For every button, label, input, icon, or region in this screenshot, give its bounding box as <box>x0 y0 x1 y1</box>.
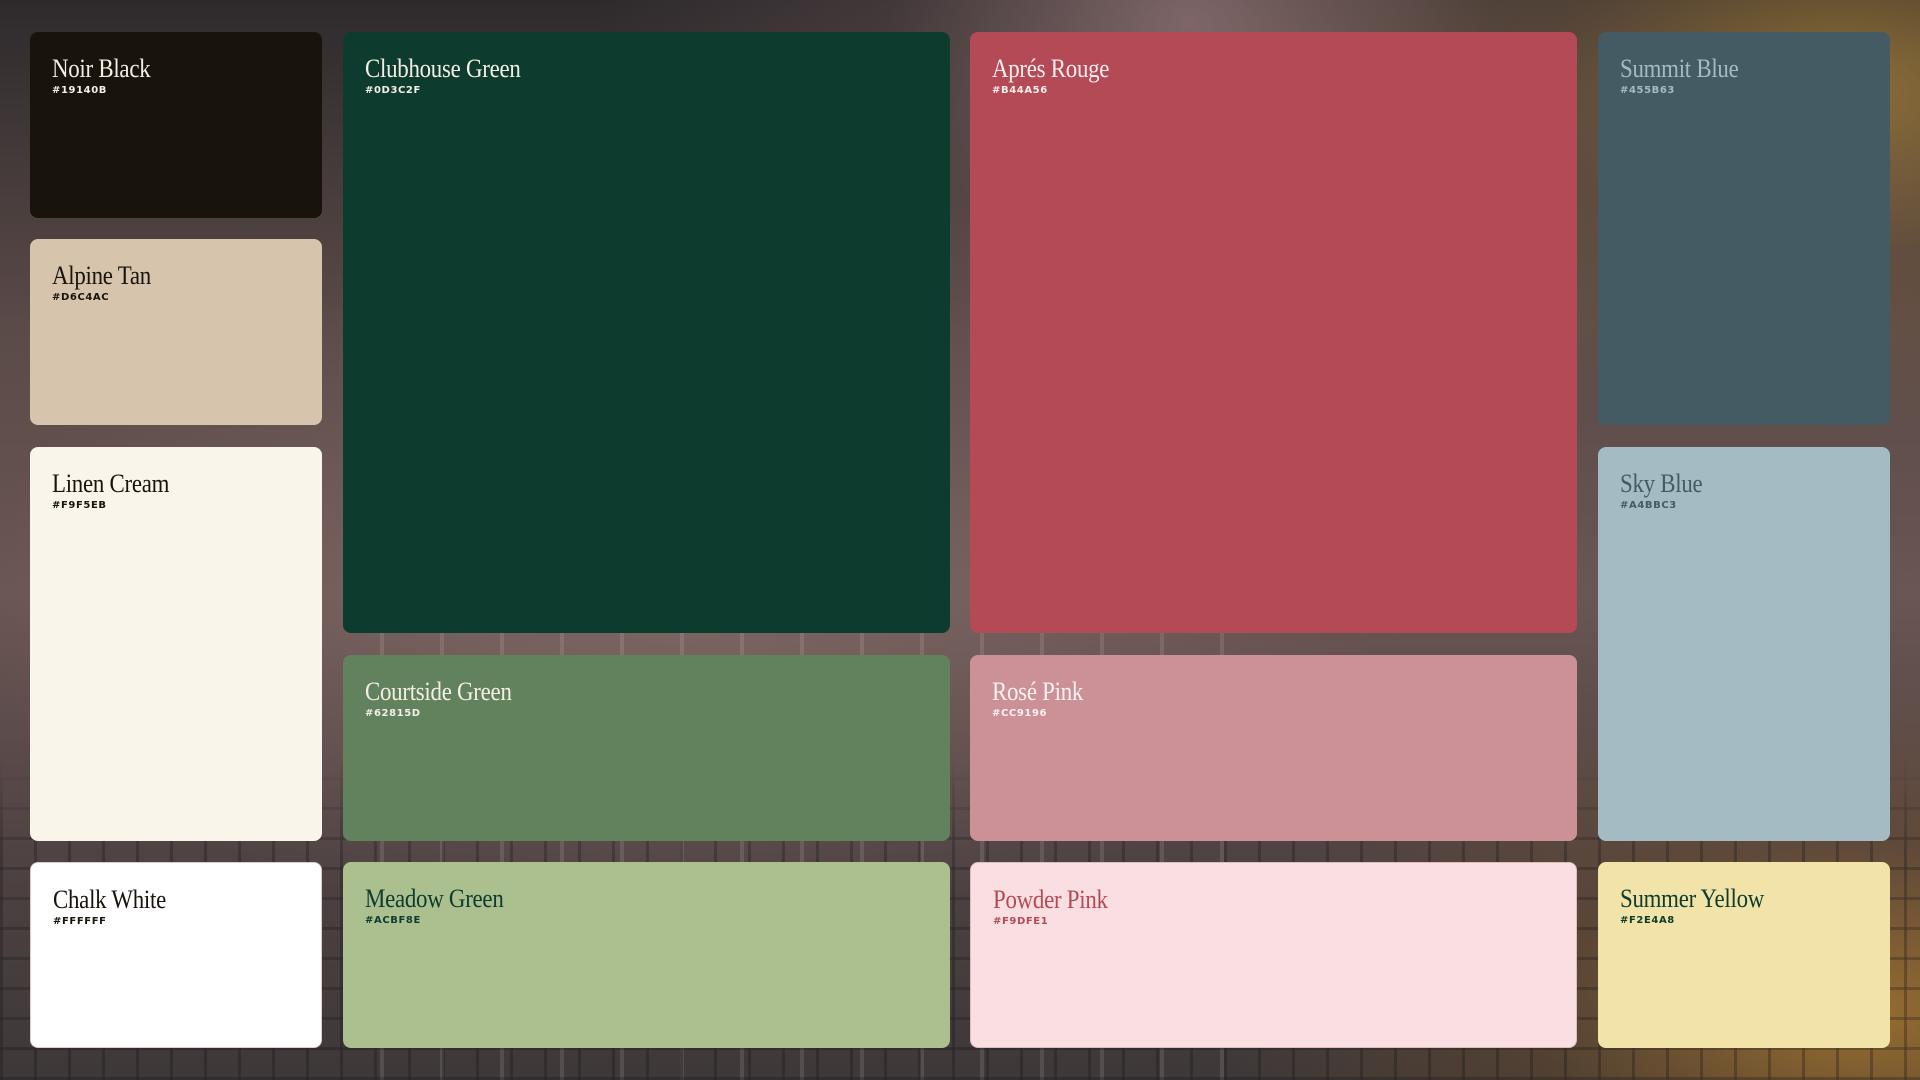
swatch-clubhouse-green[interactable]: Clubhouse Green #0D3C2F <box>343 32 950 633</box>
swatch-hex-code: #B44A56 <box>992 85 1048 96</box>
swatch-name: Aprés Rouge <box>992 54 1110 83</box>
swatch-noir-black[interactable]: Noir Black #19140B <box>30 32 322 218</box>
swatch-name: Meadow Green <box>365 884 504 913</box>
swatch-apres-rouge[interactable]: Aprés Rouge #B44A56 <box>970 32 1577 633</box>
swatch-hex-code: #19140B <box>52 85 107 96</box>
swatch-hex-code: #D6C4AC <box>52 292 110 303</box>
swatch-sky-blue[interactable]: Sky Blue #A4BBC3 <box>1598 447 1890 841</box>
swatch-hex-code: #62815D <box>365 708 421 719</box>
swatch-name: Chalk White <box>53 885 166 914</box>
swatch-summit-blue[interactable]: Summit Blue #455B63 <box>1598 32 1890 425</box>
swatch-summer-yellow[interactable]: Summer Yellow #F2E4A8 <box>1598 862 1890 1048</box>
swatch-courtside-green[interactable]: Courtside Green #62815D <box>343 655 950 841</box>
swatch-rose-pink[interactable]: Rosé Pink #CC9196 <box>970 655 1577 841</box>
swatch-name: Rosé Pink <box>992 677 1084 706</box>
swatch-name: Powder Pink <box>993 885 1108 914</box>
swatch-name: Courtside Green <box>365 677 512 706</box>
swatch-name: Linen Cream <box>52 469 170 498</box>
swatch-linen-cream[interactable]: Linen Cream #F9F5EB <box>30 447 322 841</box>
swatch-name: Sky Blue <box>1620 469 1703 498</box>
swatch-hex-code: #455B63 <box>1620 85 1675 96</box>
swatch-name: Alpine Tan <box>52 261 151 290</box>
swatch-alpine-tan[interactable]: Alpine Tan #D6C4AC <box>30 239 322 425</box>
swatch-hex-code: #F9DFE1 <box>993 916 1049 927</box>
swatch-hex-code: #FFFFFF <box>53 916 107 927</box>
swatch-hex-code: #F9F5EB <box>52 500 107 511</box>
swatch-hex-code: #ACBF8E <box>365 915 421 926</box>
swatch-meadow-green[interactable]: Meadow Green #ACBF8E <box>343 862 950 1048</box>
swatch-name: Summit Blue <box>1620 54 1739 83</box>
swatch-hex-code: #0D3C2F <box>365 85 421 96</box>
swatch-powder-pink[interactable]: Powder Pink #F9DFE1 <box>970 862 1577 1048</box>
swatch-hex-code: #A4BBC3 <box>1620 500 1677 511</box>
swatch-name: Noir Black <box>52 54 151 83</box>
swatch-name: Clubhouse Green <box>365 54 521 83</box>
swatch-chalk-white[interactable]: Chalk White #FFFFFF <box>30 862 322 1048</box>
swatch-hex-code: #F2E4A8 <box>1620 915 1675 926</box>
swatch-name: Summer Yellow <box>1620 884 1765 913</box>
swatch-hex-code: #CC9196 <box>992 708 1048 719</box>
